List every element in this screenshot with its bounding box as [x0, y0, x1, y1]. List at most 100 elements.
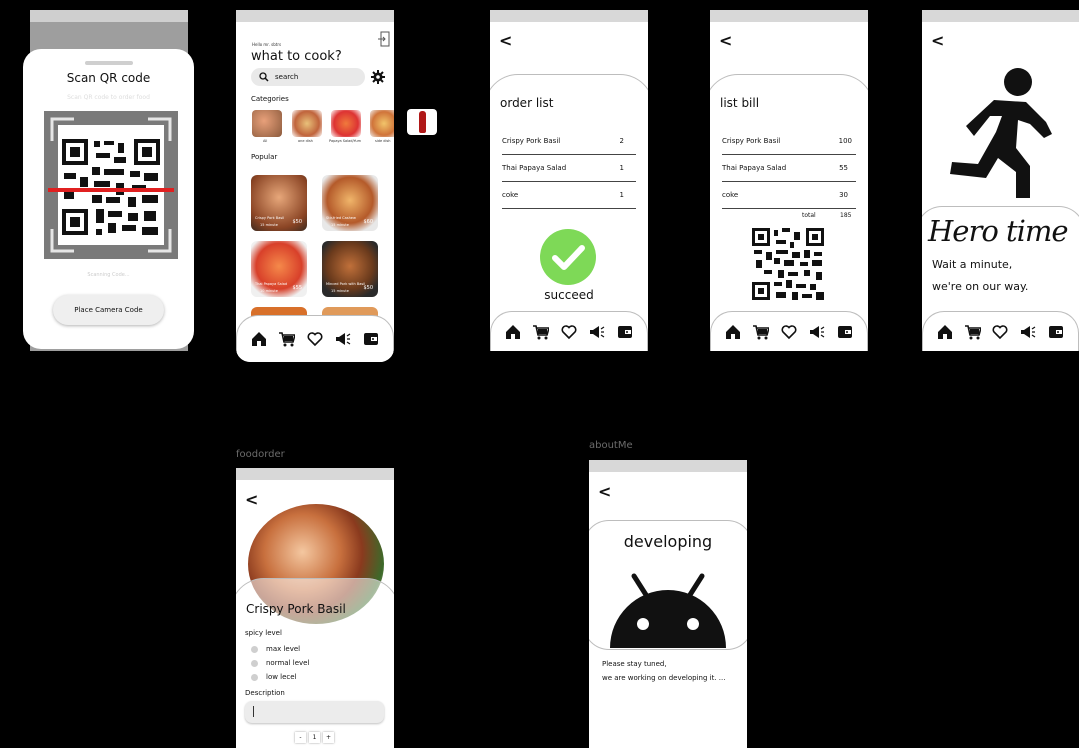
- list-bill-frame: < list bill Crispy Pork Basil 100 Thai Pa…: [710, 10, 868, 351]
- developing-title: developing: [623, 532, 713, 551]
- spicy-option-normal[interactable]: normal level: [251, 659, 309, 667]
- back-button[interactable]: <: [931, 33, 944, 49]
- bill-row: Crispy Pork Basil 100: [722, 127, 856, 155]
- order-row: Thai Papaya Salad 1: [502, 154, 636, 182]
- option-label: low lecel: [266, 673, 297, 681]
- status-text: succeed: [544, 288, 594, 302]
- category-coke[interactable]: [407, 109, 437, 135]
- category-one-dish[interactable]: [292, 110, 322, 137]
- home-icon[interactable]: [725, 324, 741, 340]
- status-bar: [490, 10, 648, 22]
- home-icon[interactable]: [251, 331, 267, 347]
- bottom-nav: [710, 311, 868, 351]
- status-bar: [589, 460, 747, 472]
- food-card[interactable]: Crispy Pork Basil 15 minute $50: [251, 175, 307, 231]
- back-button[interactable]: <: [719, 33, 732, 49]
- food-card[interactable]: Minced Pork with Basil 15 minute $50: [322, 241, 378, 297]
- food-order-frame: < Crispy Pork Basil spicy level max leve…: [236, 468, 394, 748]
- food-card[interactable]: Thai Papaya Salad 10 minute $55: [251, 241, 307, 297]
- heart-icon[interactable]: [781, 324, 797, 340]
- order-title: order list: [500, 96, 554, 110]
- hero-line-2: we're on our way.: [932, 280, 1029, 293]
- increment-button[interactable]: +: [323, 732, 334, 743]
- heart-icon[interactable]: [561, 324, 577, 340]
- category-label: one dish: [298, 139, 313, 143]
- back-button[interactable]: <: [499, 33, 512, 49]
- item-qty: 2: [619, 136, 624, 145]
- item-qty: 1: [619, 190, 624, 199]
- category-side-dish[interactable]: [370, 110, 394, 137]
- food-card[interactable]: Stir-fried Cashew 15 minute $60: [322, 175, 378, 231]
- cart-icon[interactable]: [533, 324, 549, 340]
- radio-button[interactable]: [251, 659, 258, 667]
- cart-icon[interactable]: [753, 324, 769, 340]
- radio-button[interactable]: [251, 673, 258, 681]
- bottom-nav: [922, 311, 1079, 351]
- item-name: coke: [502, 190, 519, 199]
- cart-icon[interactable]: [964, 324, 981, 340]
- description-heading: Description: [245, 689, 285, 697]
- total-value: 185: [840, 212, 852, 219]
- back-button[interactable]: <: [245, 492, 258, 508]
- scan-dialog: Scan QR code Scan QR code to order food: [23, 49, 194, 349]
- description-field[interactable]: [245, 701, 384, 723]
- food-card-time: 15 minute: [331, 289, 349, 293]
- category-all[interactable]: [252, 110, 282, 137]
- cart-icon[interactable]: [279, 331, 295, 347]
- food-card-name: Crispy Pork Basil: [255, 216, 285, 220]
- hero-title: Hero time: [928, 214, 1069, 248]
- quantity-stepper[interactable]: - 1 +: [295, 732, 334, 743]
- category-papaya-salad[interactable]: [331, 110, 361, 137]
- spicy-option-max[interactable]: max level: [251, 645, 300, 653]
- megaphone-icon[interactable]: [809, 324, 825, 340]
- bottom-nav: [490, 311, 648, 351]
- scanning-status: Scanning Code...: [87, 272, 130, 278]
- spicy-option-low[interactable]: low lecel: [251, 673, 297, 681]
- status-bar: [710, 10, 868, 22]
- food-card-name: Minced Pork with Basil: [326, 282, 366, 286]
- food-card-time: 15 minute: [260, 223, 278, 227]
- wallet-icon[interactable]: [837, 324, 853, 340]
- android-robot-icon: [610, 573, 726, 648]
- megaphone-icon[interactable]: [335, 331, 351, 347]
- home-icon[interactable]: [937, 324, 953, 340]
- megaphone-icon[interactable]: [1020, 324, 1036, 340]
- logout-icon[interactable]: [378, 31, 390, 51]
- decrement-button[interactable]: -: [295, 732, 306, 743]
- wallet-icon[interactable]: [617, 324, 633, 340]
- food-card-time: 15 minute: [331, 223, 349, 227]
- search-input[interactable]: search: [251, 68, 365, 86]
- categories-heading: Categories: [251, 95, 289, 103]
- home-icon[interactable]: [505, 324, 521, 340]
- food-card-price: $60: [363, 219, 373, 225]
- search-icon: [259, 72, 269, 82]
- text-cursor: [253, 706, 254, 717]
- wallet-icon[interactable]: [1048, 324, 1064, 340]
- heart-icon[interactable]: [307, 331, 323, 347]
- bill-title: list bill: [720, 96, 760, 110]
- item-qty: 1: [619, 163, 624, 172]
- camera-viewfinder: [44, 111, 178, 259]
- item-name: Thai Papaya Salad: [502, 163, 567, 172]
- radio-button[interactable]: [251, 645, 258, 653]
- frame-label: foodorder: [236, 449, 285, 460]
- item-name: Crispy Pork Basil: [722, 136, 781, 145]
- back-button[interactable]: <: [598, 484, 611, 500]
- place-camera-button[interactable]: Place Camera Code: [53, 295, 164, 325]
- food-card-time: 10 minute: [260, 289, 278, 293]
- wallet-icon[interactable]: [363, 331, 379, 347]
- megaphone-icon[interactable]: [589, 324, 605, 340]
- greeting: Hello mr. sbtrs: [252, 42, 282, 47]
- success-check-icon: [540, 229, 596, 285]
- option-label: max level: [266, 645, 301, 653]
- hero-time-frame: < Hero time Wait a minute, we're on our …: [922, 10, 1079, 351]
- heart-icon[interactable]: [992, 324, 1008, 340]
- scan-subtitle: Scan QR code to order food: [67, 94, 150, 101]
- settings-icon[interactable]: [371, 69, 385, 88]
- order-list-frame: < order list Crispy Pork Basil 2 Thai Pap…: [490, 10, 648, 351]
- about-me-frame: < developing Please stay tuned, we are w…: [589, 460, 747, 748]
- item-name: coke: [722, 190, 739, 199]
- status-bar: [30, 10, 188, 22]
- total-label: total: [802, 212, 816, 219]
- quantity-value[interactable]: 1: [309, 732, 320, 743]
